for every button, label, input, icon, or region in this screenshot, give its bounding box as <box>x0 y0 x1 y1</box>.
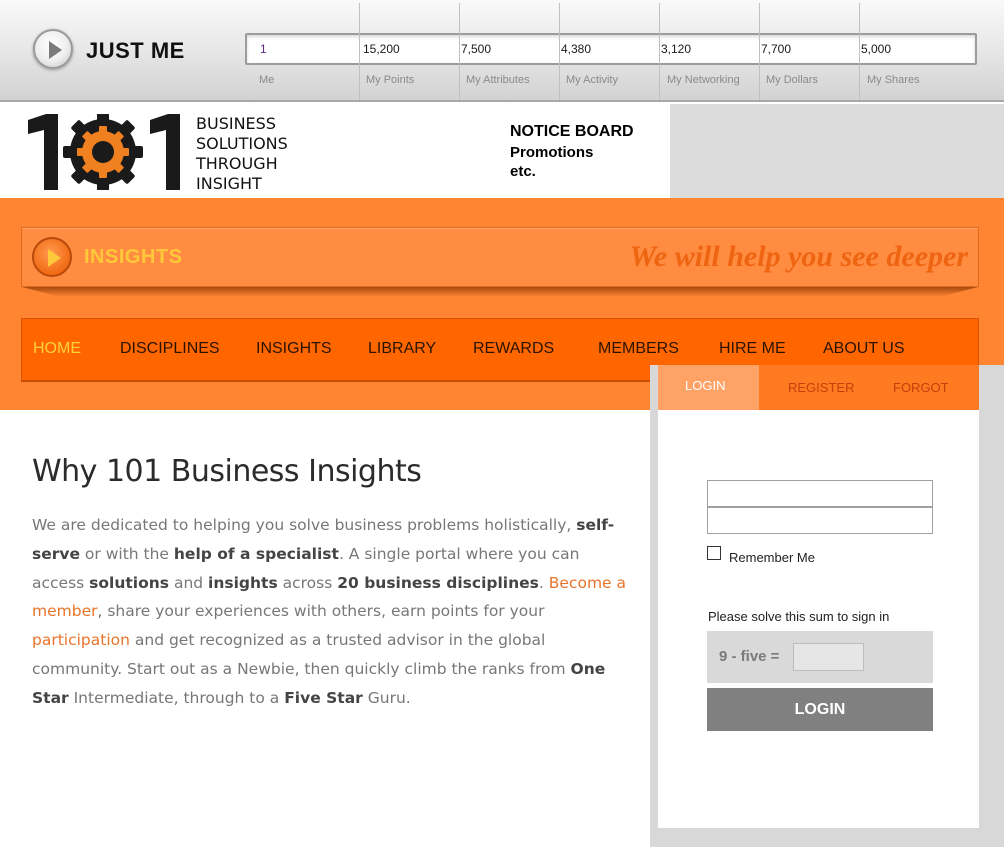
nav-library[interactable]: LIBRARY <box>368 340 436 358</box>
stat-activity-label[interactable]: My Activity <box>566 74 618 86</box>
tab-login-label[interactable]: LOGIN <box>685 378 725 393</box>
notice-board-line: Promotions <box>510 144 594 161</box>
text: across <box>277 573 338 592</box>
stat-divider <box>859 3 860 100</box>
stat-shares-value: 5,000 <box>861 42 892 56</box>
password-field[interactable] <box>707 507 933 534</box>
stat-divider <box>559 3 560 100</box>
stat-dollars-label[interactable]: My Dollars <box>766 74 818 86</box>
emphasis: 20 business disciplines <box>337 573 539 592</box>
login-panel <box>658 365 979 828</box>
stat-attributes-value: 7,500 <box>461 42 492 56</box>
brand-tagline: BUSINESS SOLUTIONS THROUGH INSIGHT <box>196 114 288 194</box>
stat-divider <box>459 3 460 100</box>
remember-me-label: Remember Me <box>729 550 815 565</box>
emphasis: help of a specialist <box>173 544 339 563</box>
notice-board-line: etc. <box>510 163 536 180</box>
stat-me-value: 1 <box>260 42 267 56</box>
insights-play-icon[interactable] <box>32 237 72 277</box>
nav-members[interactable]: MEMBERS <box>598 340 679 358</box>
intro-paragraph: We are dedicated to helping you solve bu… <box>32 511 632 713</box>
stat-shares-label[interactable]: My Shares <box>867 74 920 86</box>
notice-board-title: NOTICE BOARD <box>510 123 634 140</box>
emphasis: insights <box>208 573 278 592</box>
tab-forgot[interactable]: FORGOT <box>893 380 949 395</box>
tagline-line: SOLUTIONS <box>196 134 288 153</box>
insights-banner-shadow <box>22 287 978 297</box>
nav-home[interactable]: HOME <box>33 340 81 358</box>
username-field[interactable] <box>707 480 933 507</box>
captcha-question: 9 - five = <box>719 648 780 665</box>
stat-points-label[interactable]: My Points <box>366 74 414 86</box>
stat-activity-value: 4,380 <box>561 42 592 56</box>
just-me-title: JUST ME <box>86 38 185 63</box>
nav-rewards[interactable]: REWARDS <box>473 340 554 358</box>
stat-attributes-label[interactable]: My Attributes <box>466 74 530 86</box>
page-title: Why 101 Business Insights <box>32 454 422 489</box>
tagline-line: INSIGHT <box>196 174 262 193</box>
stat-divider <box>659 3 660 100</box>
text: . <box>538 573 549 592</box>
captcha-instructions: Please solve this sum to sign in <box>708 609 890 624</box>
stat-networking-label[interactable]: My Networking <box>667 74 740 86</box>
text: , share your experiences with others, ea… <box>97 602 545 621</box>
stat-me-label[interactable]: Me <box>259 74 274 86</box>
nav-about-us[interactable]: ABOUT US <box>823 340 905 358</box>
emphasis: Five Star <box>284 688 363 707</box>
text: Intermediate, through to a <box>68 688 285 707</box>
insights-slogan: We will help you see deeper <box>629 240 968 273</box>
text: Guru. <box>362 688 411 707</box>
login-button[interactable]: LOGIN <box>707 688 933 731</box>
stat-divider <box>759 3 760 100</box>
just-me-play-icon[interactable] <box>33 29 73 69</box>
remember-me-checkbox[interactable] <box>707 546 721 560</box>
emphasis: solutions <box>89 573 170 592</box>
stat-points-value: 15,200 <box>363 42 400 56</box>
logo-101[interactable] <box>28 114 188 190</box>
stat-networking-value: 3,120 <box>661 42 692 56</box>
captcha-input[interactable] <box>793 643 864 671</box>
text: We are dedicated to helping you solve bu… <box>32 516 577 534</box>
tagline-line: BUSINESS <box>196 114 276 133</box>
nav-hire-me[interactable]: HIRE ME <box>719 340 786 358</box>
nav-disciplines[interactable]: DISCIPLINES <box>120 340 220 358</box>
stat-dollars-value: 7,700 <box>761 42 792 56</box>
insights-title: INSIGHTS <box>84 246 183 268</box>
tagline-line: THROUGH <box>196 154 278 173</box>
text: and <box>169 573 209 592</box>
grey-band <box>670 104 1004 198</box>
stat-divider <box>359 3 360 100</box>
nav-insights[interactable]: INSIGHTS <box>256 340 332 358</box>
participation-link[interactable]: participation <box>32 631 130 649</box>
tab-register[interactable]: REGISTER <box>788 380 854 395</box>
text: or with the <box>80 544 174 563</box>
